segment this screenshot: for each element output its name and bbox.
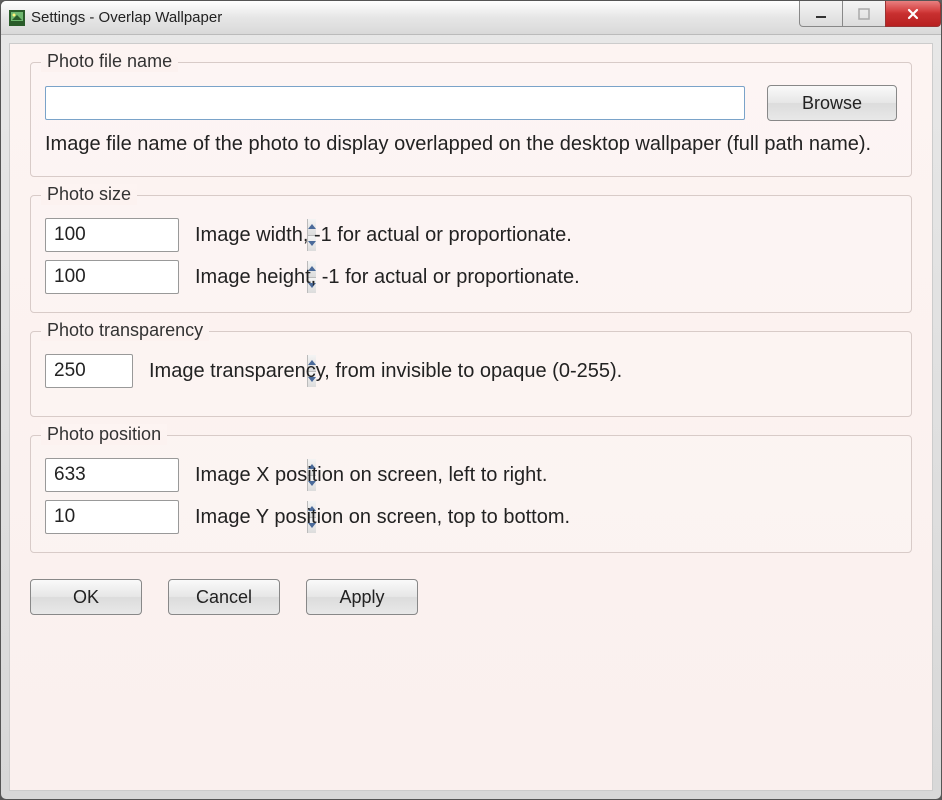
photo-size-legend: Photo size: [41, 184, 137, 205]
x-hint: Image X position on screen, left to righ…: [195, 464, 547, 487]
close-button[interactable]: [885, 1, 941, 27]
apply-button[interactable]: Apply: [306, 579, 418, 615]
settings-window: Settings - Overlap Wallpaper Photo file …: [0, 0, 942, 800]
titlebar[interactable]: Settings - Overlap Wallpaper: [1, 1, 941, 35]
photo-filename-group: Photo file name Browse Image file name o…: [30, 62, 912, 177]
transparency-hint: Image transparency, from invisible to op…: [149, 360, 622, 383]
photo-filename-hint: Image file name of the photo to display …: [45, 131, 897, 158]
browse-button[interactable]: Browse: [767, 85, 897, 121]
height-hint: Image height, -1 for actual or proportio…: [195, 266, 580, 289]
x-spinner: [45, 458, 179, 492]
photo-position-legend: Photo position: [41, 424, 167, 445]
photo-transparency-group: Photo transparency Image transparency, f…: [30, 331, 912, 417]
photo-position-group: Photo position Image X position on scree…: [30, 435, 912, 553]
width-hint: Image width, -1 for actual or proportion…: [195, 224, 572, 247]
ok-button[interactable]: OK: [30, 579, 142, 615]
height-spinner: [45, 260, 179, 294]
photo-filename-input[interactable]: [45, 86, 745, 120]
photo-transparency-legend: Photo transparency: [41, 320, 209, 341]
y-spinner: [45, 500, 179, 534]
app-icon: [9, 10, 25, 26]
photo-size-group: Photo size Image width, -1 for actual or…: [30, 195, 912, 313]
window-title: Settings - Overlap Wallpaper: [31, 9, 222, 26]
y-hint: Image Y position on screen, top to botto…: [195, 506, 570, 529]
maximize-button[interactable]: [842, 1, 886, 27]
window-controls: [800, 1, 941, 27]
width-spinner: [45, 218, 179, 252]
client-area: Photo file name Browse Image file name o…: [9, 43, 933, 791]
dialog-buttons: OK Cancel Apply: [30, 579, 912, 615]
photo-filename-legend: Photo file name: [41, 51, 178, 72]
minimize-button[interactable]: [799, 1, 843, 27]
cancel-button[interactable]: Cancel: [168, 579, 280, 615]
transparency-spinner: [45, 354, 133, 388]
